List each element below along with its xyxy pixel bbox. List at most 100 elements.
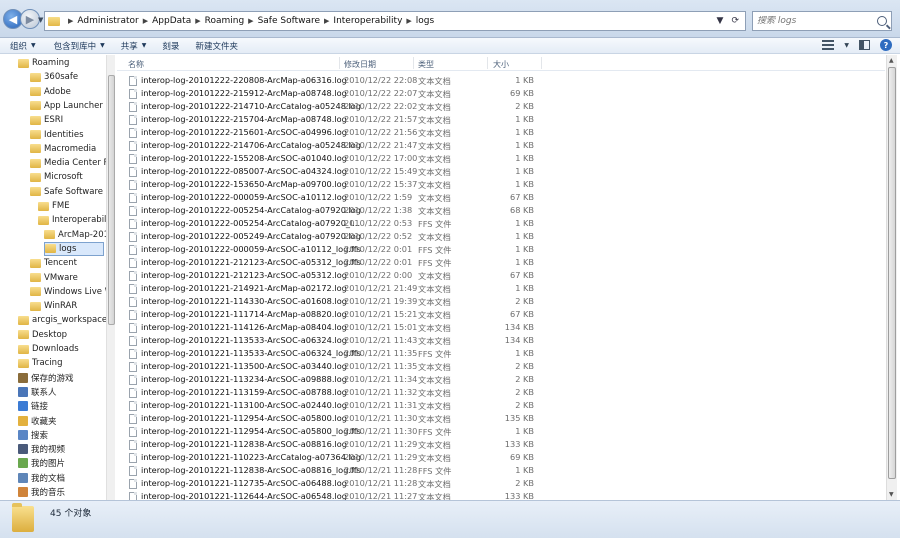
search-icon[interactable] (877, 16, 887, 26)
file-row[interactable]: interop-log-20101221-114126-ArcMap-a0840… (117, 322, 547, 335)
breadcrumb-interoperability[interactable]: Interoperability (333, 16, 402, 26)
column-header-name[interactable]: 名称 (128, 59, 144, 70)
file-row[interactable]: interop-log-20101222-155208-ArcSOC-a0104… (117, 153, 547, 166)
nav-item[interactable]: logs (44, 241, 104, 256)
file-row[interactable]: interop-log-20101221-114330-ArcSOC-a0160… (117, 296, 547, 309)
refresh-icon[interactable]: ⟳ (731, 16, 739, 26)
column-divider[interactable] (339, 57, 340, 69)
chevron-right-icon[interactable]: ▶ (143, 17, 148, 25)
file-row[interactable]: interop-log-20101222-000059-ArcSOC-a1011… (117, 192, 547, 205)
file-row[interactable]: interop-log-20101221-112954-ArcSOC-a0580… (117, 413, 547, 426)
scroll-up-icon[interactable]: ▲ (889, 57, 894, 64)
file-list-scrollbar[interactable]: ▲ ▼ (886, 55, 897, 500)
breadcrumb-administrator[interactable]: Administrator (77, 16, 138, 26)
file-row[interactable]: interop-log-20101221-113234-ArcSOC-a0988… (117, 374, 547, 387)
file-row[interactable]: interop-log-20101221-212123-ArcSOC-a0531… (117, 270, 547, 283)
column-header-type[interactable]: 类型 (418, 59, 434, 70)
chevron-right-icon[interactable]: ▶ (406, 17, 411, 25)
file-row[interactable]: interop-log-20101222-215704-ArcMap-a0874… (117, 114, 547, 127)
file-row[interactable]: interop-log-20101221-113533-ArcSOC-a0632… (117, 335, 547, 348)
file-row[interactable]: interop-log-20101221-113100-ArcSOC-a0244… (117, 400, 547, 413)
chevron-right-icon[interactable]: ▶ (195, 17, 200, 25)
nav-item[interactable]: 搜索 (18, 428, 48, 442)
file-row[interactable]: interop-log-20101221-110223-ArcCatalog-a… (117, 452, 547, 465)
file-list-scrollbar-thumb[interactable] (888, 67, 896, 479)
preview-pane-icon[interactable] (859, 40, 870, 50)
file-row[interactable]: interop-log-20101222-085007-ArcSOC-a0432… (117, 166, 547, 179)
nav-item[interactable]: 我的文档 (18, 471, 65, 485)
address-dropdown-icon[interactable]: ▼ (717, 16, 724, 26)
help-icon[interactable]: ? (880, 39, 892, 51)
scroll-down-icon[interactable]: ▼ (889, 491, 894, 498)
file-row[interactable]: interop-log-20101222-153650-ArcMap-a0970… (117, 179, 547, 192)
file-row[interactable]: interop-log-20101222-214706-ArcCatalog-a… (117, 140, 547, 153)
nav-item[interactable]: FME (38, 199, 70, 213)
nav-item[interactable]: 我的图片 (18, 456, 65, 470)
nav-item[interactable]: 链接 (18, 399, 48, 413)
nav-item[interactable]: Safe Software (30, 185, 103, 199)
file-row[interactable]: interop-log-20101222-005254-ArcCatalog-a… (117, 205, 547, 218)
breadcrumb-safe-software[interactable]: Safe Software (258, 16, 320, 26)
nav-item[interactable]: Adobe (30, 85, 71, 99)
include-in-library-button[interactable]: 包含到库中 ▼ (54, 40, 105, 52)
recent-pages-dropdown[interactable]: ▼ (38, 16, 43, 24)
burn-button[interactable]: 刻录 (162, 40, 179, 52)
file-row[interactable]: interop-log-20101221-214921-ArcMap-a0217… (117, 283, 547, 296)
file-row[interactable]: interop-log-20101222-215601-ArcSOC-a0499… (117, 127, 547, 140)
nav-item[interactable]: Identities (30, 128, 84, 142)
nav-item[interactable]: Roaming (18, 56, 69, 70)
nav-item[interactable]: WinRAR (30, 299, 77, 313)
nav-item[interactable]: Tencent (30, 256, 77, 270)
share-button[interactable]: 共享 ▼ (121, 40, 147, 52)
nav-item[interactable]: 收藏夹 (18, 414, 57, 428)
file-row[interactable]: interop-log-20101222-005249-ArcCatalog-a… (117, 231, 547, 244)
nav-item[interactable]: 360safe (30, 70, 78, 84)
breadcrumb-appdata[interactable]: AppData (152, 16, 191, 26)
navigation-scrollbar[interactable] (106, 55, 115, 500)
nav-item[interactable]: 我的视频 (18, 442, 65, 456)
column-divider[interactable] (413, 57, 414, 69)
file-row[interactable]: interop-log-20101222-005254-ArcCatalog-a… (117, 218, 547, 231)
file-row[interactable]: interop-log-20101221-112838-ArcSOC-a0881… (117, 465, 547, 478)
nav-item[interactable]: VMware (30, 271, 78, 285)
nav-item[interactable]: 保存的游戏 (18, 371, 74, 385)
search-box[interactable] (752, 11, 892, 31)
column-divider[interactable] (487, 57, 488, 69)
column-divider[interactable] (541, 57, 542, 69)
breadcrumb-roaming[interactable]: Roaming (205, 16, 245, 26)
nav-item[interactable]: Macromedia (30, 142, 96, 156)
column-header-size[interactable]: 大小 (493, 59, 509, 70)
file-row[interactable]: interop-log-20101222-214710-ArcCatalog-a… (117, 101, 547, 114)
new-folder-button[interactable]: 新建文件夹 (195, 40, 238, 52)
breadcrumb[interactable]: ▶ Administrator ▶ AppData ▶ Roaming ▶ Sa… (44, 11, 746, 31)
navigation-scrollbar-thumb[interactable] (108, 75, 115, 325)
file-row[interactable]: interop-log-20101221-112838-ArcSOC-a0881… (117, 439, 547, 452)
nav-item[interactable]: App Launcher Ga (30, 99, 115, 113)
nav-item[interactable]: Interoperability (38, 213, 115, 227)
file-row[interactable]: interop-log-20101221-113533-ArcSOC-a0632… (117, 348, 547, 361)
nav-item[interactable]: Downloads (18, 342, 79, 356)
breadcrumb-logs[interactable]: logs (416, 16, 434, 26)
chevron-right-icon[interactable]: ▶ (68, 17, 73, 25)
file-row[interactable]: interop-log-20101222-000059-ArcSOC-a1011… (117, 244, 547, 257)
nav-item[interactable]: ESRI (30, 113, 63, 127)
search-input[interactable] (757, 16, 877, 26)
nav-item[interactable]: Media Center Pro (30, 156, 115, 170)
nav-item[interactable]: 联系人 (18, 385, 57, 399)
nav-item[interactable]: Windows Live Wr (30, 285, 115, 299)
file-row[interactable]: interop-log-20101221-212123-ArcSOC-a0531… (117, 257, 547, 270)
views-icon[interactable] (822, 40, 835, 50)
nav-item[interactable]: ArcMap-2010 (44, 228, 114, 242)
nav-item[interactable]: Desktop (18, 328, 67, 342)
nav-item[interactable]: arcgis_workspace (18, 313, 107, 327)
nav-item[interactable]: Tracing (18, 356, 62, 370)
file-row[interactable]: interop-log-20101221-111714-ArcMap-a0882… (117, 309, 547, 322)
file-row[interactable]: interop-log-20101221-113159-ArcSOC-a0878… (117, 387, 547, 400)
chevron-down-icon[interactable]: ▼ (844, 42, 849, 49)
forward-button[interactable]: ▶ (20, 9, 40, 29)
chevron-right-icon[interactable]: ▶ (324, 17, 329, 25)
nav-item[interactable]: 我的音乐 (18, 485, 65, 499)
chevron-right-icon[interactable]: ▶ (248, 17, 253, 25)
file-row[interactable]: interop-log-20101221-112735-ArcSOC-a0648… (117, 478, 547, 491)
file-row[interactable]: interop-log-20101222-215912-ArcMap-a0874… (117, 88, 547, 101)
